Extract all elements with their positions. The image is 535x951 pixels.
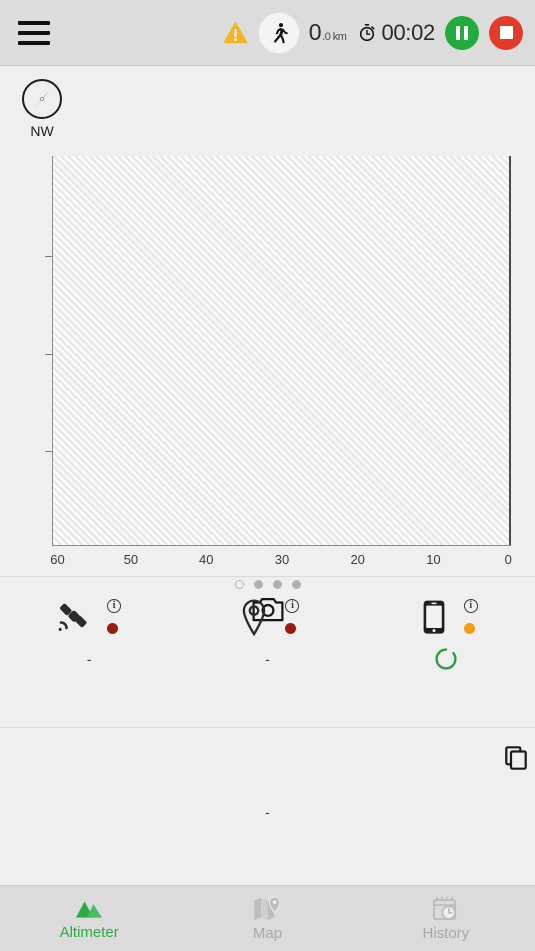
chart-x-tick-label: 0 bbox=[504, 552, 512, 567]
copy-button[interactable] bbox=[505, 746, 527, 775]
chart-x-tick-label: 30 bbox=[274, 552, 290, 567]
chart-x-tick-label: 60 bbox=[50, 552, 65, 567]
bottom-navigation: Altimeter Map History bbox=[0, 885, 535, 951]
hamburger-bar bbox=[18, 40, 50, 45]
compass-widget[interactable]: NW bbox=[22, 79, 62, 139]
stopwatch-icon bbox=[360, 23, 375, 42]
hamburger-menu-icon[interactable] bbox=[18, 20, 50, 45]
chart-plot-area bbox=[52, 156, 511, 545]
stop-icon bbox=[499, 26, 513, 39]
chart-x-axis bbox=[52, 545, 511, 546]
toolbar-actions: 0 .0 km 00:02 bbox=[222, 12, 523, 53]
distance-unit: .0 km bbox=[322, 31, 347, 43]
map-pin-icon bbox=[243, 599, 266, 637]
sensor-icon-group: i bbox=[406, 599, 486, 645]
timer-value: 00:02 bbox=[381, 19, 435, 45]
chart-y-tick bbox=[45, 256, 52, 257]
mountain-icon bbox=[76, 900, 103, 918]
chart-y-axis bbox=[52, 156, 53, 546]
nav-item-map[interactable]: Map bbox=[178, 886, 356, 951]
top-toolbar: 0 .0 km 00:02 bbox=[0, 0, 535, 66]
satellite-icon bbox=[58, 603, 87, 631]
chart-x-tick-label: 40 bbox=[198, 552, 214, 567]
sensor-value: - bbox=[86, 651, 92, 667]
sensor-value: - bbox=[265, 651, 270, 667]
compass-row: NW bbox=[0, 66, 535, 194]
chart-x-tick-labels: 60 50 40 30 20 10 0 bbox=[50, 552, 512, 572]
map-pin-folded-icon bbox=[254, 895, 281, 920]
status-indicator-dot bbox=[107, 623, 119, 634]
warning-triangle-icon[interactable] bbox=[222, 19, 249, 46]
status-indicator-dot bbox=[463, 623, 475, 634]
sensor-location[interactable]: i - bbox=[178, 577, 356, 727]
timer-readout: 00:02 bbox=[358, 20, 435, 46]
nav-label-map: Map bbox=[252, 924, 283, 942]
chart-x-tick-label: 10 bbox=[426, 552, 441, 567]
distance-readout: 0 .0 km bbox=[309, 19, 347, 46]
copy-icon bbox=[505, 746, 527, 770]
altitude-chart[interactable]: 60 50 40 30 20 10 0 bbox=[0, 156, 535, 622]
summary-value: - bbox=[265, 804, 270, 820]
compass-icon bbox=[22, 79, 62, 119]
hamburger-bar bbox=[18, 20, 50, 25]
sensor-icon-group: i bbox=[49, 599, 129, 645]
nav-label-history: History bbox=[422, 924, 470, 942]
compass-heading-label: NW bbox=[30, 123, 54, 139]
stop-button[interactable] bbox=[489, 15, 523, 50]
walking-person-icon bbox=[273, 22, 288, 43]
nav-label-altimeter: Altimeter bbox=[59, 923, 119, 941]
chart-x-tick-label: 50 bbox=[123, 552, 139, 567]
nav-item-altimeter[interactable]: Altimeter bbox=[0, 886, 178, 951]
info-icon[interactable]: i bbox=[285, 599, 300, 613]
loading-spinner-icon bbox=[434, 647, 458, 676]
pause-button[interactable] bbox=[445, 15, 479, 50]
chart-y-tick bbox=[45, 451, 52, 452]
calendar-clock-icon bbox=[432, 896, 457, 920]
sensor-satellite[interactable]: i - bbox=[0, 577, 178, 727]
nav-item-history[interactable]: History bbox=[357, 886, 535, 951]
pause-icon bbox=[456, 25, 468, 40]
sensor-icon-group: i bbox=[227, 599, 307, 645]
status-indicator-dot bbox=[285, 623, 297, 634]
info-icon[interactable]: i bbox=[107, 599, 122, 613]
activity-type-button[interactable] bbox=[258, 12, 299, 53]
smartphone-icon bbox=[423, 600, 445, 634]
chart-x-tick-label: 20 bbox=[350, 552, 365, 567]
summary-panel: - bbox=[0, 728, 535, 856]
sensor-device[interactable]: i bbox=[357, 577, 535, 727]
info-icon[interactable]: i bbox=[463, 599, 478, 613]
distance-value: 0 bbox=[308, 19, 322, 45]
sensor-status-row: i - i - i bbox=[0, 577, 535, 727]
chart-y-tick bbox=[45, 354, 52, 355]
hamburger-bar bbox=[18, 30, 50, 35]
